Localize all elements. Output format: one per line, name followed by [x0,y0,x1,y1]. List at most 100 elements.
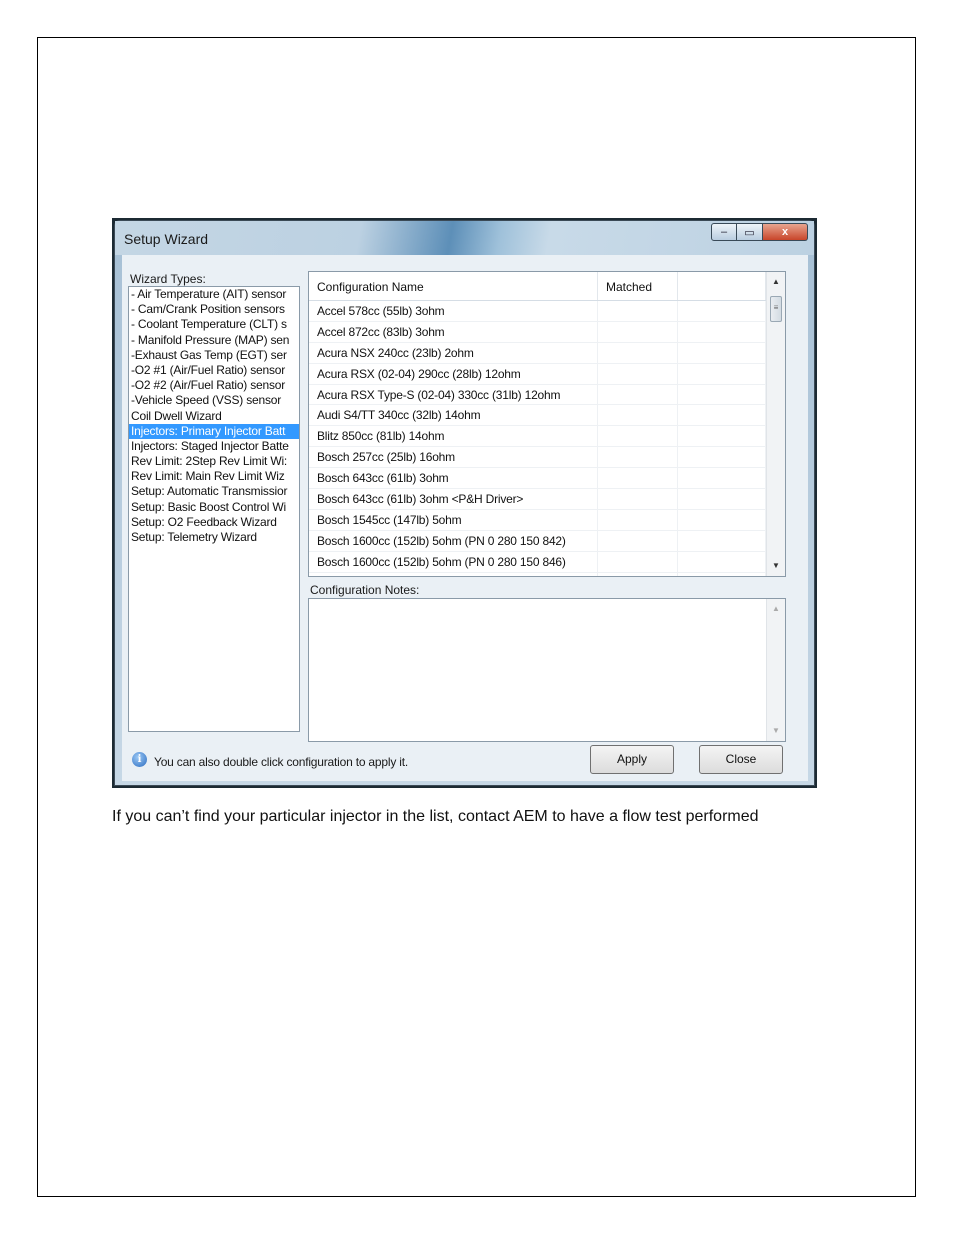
apply-button[interactable]: Apply [590,745,674,774]
configuration-row[interactable]: Bosch 643cc (61lb) 3ohm [309,468,785,490]
configuration-row[interactable]: Blitz 850cc (81lb) 14ohm [309,426,785,448]
blank-cell [678,468,766,489]
wizard-type-item[interactable]: Injectors: Primary Injector Batt [129,423,299,439]
scroll-up-arrow-icon[interactable]: ▲ [767,274,785,290]
configuration-name-cell: Acura RSX Type-S (02-04) 330cc (31lb) 12… [309,384,598,405]
configuration-name-cell: Bosch 1545cc (147lb) 5ohm [309,509,598,530]
matched-cell [598,384,678,405]
configuration-row[interactable]: Bosch 1545cc (147lb) 5ohm [309,509,785,531]
wizard-type-item[interactable]: - Cam/Crank Position sensors [129,302,299,317]
blank-cell [678,405,766,426]
configuration-row[interactable]: Bosch 1680cc (160lb) 5ohm [309,572,785,576]
wizard-type-item[interactable]: Setup: O2 Feedback Wizard [129,515,299,530]
configuration-row[interactable]: Audi S4/TT 340cc (32lb) 14ohm [309,405,785,427]
configuration-name-cell: Blitz 850cc (81lb) 14ohm [309,426,598,447]
configuration-name-cell: Acura NSX 240cc (23lb) 2ohm [309,342,598,363]
configuration-row[interactable]: Bosch 257cc (25lb) 16ohm [309,447,785,469]
maximize-button[interactable]: ▭ [737,223,763,241]
configuration-notes-box[interactable]: ▲ ▼ [308,598,786,742]
notes-scroll-down-arrow-icon[interactable]: ▼ [767,723,785,739]
matched-cell [598,426,678,447]
blank-cell [678,384,766,405]
blank-cell [678,321,766,342]
matched-cell [598,301,678,321]
wizard-type-item[interactable]: Coil Dwell Wizard [129,409,299,424]
column-header-configuration-name[interactable]: Configuration Name [309,272,598,300]
configuration-row[interactable]: Accel 578cc (55lb) 3ohm [309,301,785,322]
setup-wizard-screenshot: Setup Wizard – ▭ x Wizard Types: - Air T… [112,218,817,788]
close-window-button[interactable]: x [763,223,808,241]
configuration-row[interactable]: Bosch 1600cc (152lb) 5ohm (PN 0 280 150 … [309,551,785,573]
blank-cell [678,509,766,530]
matched-cell [598,405,678,426]
caption-text: If you can’t find your particular inject… [112,808,759,825]
configuration-list[interactable]: Configuration Name Matched Accel 578cc (… [308,271,786,577]
configuration-rows: Accel 578cc (55lb) 3ohm Accel 872cc (83lb… [309,301,785,576]
double-click-hint: You can also double click configuration … [154,755,408,769]
column-header-blank [678,272,766,300]
wizard-type-item[interactable]: Rev Limit: Main Rev Limit Wiz [129,469,299,484]
notes-scrollbar[interactable]: ▲ ▼ [766,599,785,741]
configuration-notes-label: Configuration Notes: [310,583,420,597]
configuration-name-cell: Audi S4/TT 340cc (32lb) 14ohm [309,405,598,426]
wizard-type-item[interactable]: Rev Limit: 2Step Rev Limit Wi: [129,454,299,469]
window-controls: – ▭ x [711,223,808,241]
configuration-row[interactable]: Acura RSX Type-S (02-04) 330cc (31lb) 12… [309,384,785,406]
configuration-name-cell: Bosch 1600cc (152lb) 5ohm (PN 0 280 150 … [309,551,598,572]
wizard-type-item[interactable]: Setup: Automatic Transmissior [129,484,299,499]
wizard-type-item[interactable]: - Manifold Pressure (MAP) sen [129,333,299,348]
wizard-type-item[interactable]: Setup: Telemetry Wizard [129,530,299,545]
scroll-down-arrow-icon[interactable]: ▼ [767,558,785,574]
wizard-type-item[interactable]: - Air Temperature (AIT) sensor [129,287,299,302]
blank-cell [678,572,766,576]
wizard-type-item[interactable]: -O2 #2 (Air/Fuel Ratio) sensor [129,378,299,393]
matched-cell [598,530,678,551]
configuration-name-cell: Accel 872cc (83lb) 3ohm [309,321,598,342]
wizard-type-item[interactable]: -Vehicle Speed (VSS) sensor [129,393,299,408]
wizard-type-item[interactable]: -O2 #1 (Air/Fuel Ratio) sensor [129,363,299,378]
matched-cell [598,447,678,468]
minimize-button[interactable]: – [711,223,737,241]
blank-cell [678,530,766,551]
configuration-row[interactable]: Bosch 643cc (61lb) 3ohm <P&H Driver> [309,489,785,510]
matched-cell [598,342,678,363]
configuration-name-cell: Accel 578cc (55lb) 3ohm [309,301,598,321]
blank-cell [678,301,766,321]
setup-wizard-window: Setup Wizard – ▭ x Wizard Types: - Air T… [114,220,815,786]
matched-cell [598,572,678,576]
configuration-name-cell: Bosch 1600cc (152lb) 5ohm (PN 0 280 150 … [309,530,598,551]
close-button[interactable]: Close [699,745,783,774]
configuration-name-cell: Acura RSX (02-04) 290cc (28lb) 12ohm [309,363,598,384]
wizard-client-area: Wizard Types: - Air Temperature (AIT) se… [122,255,808,781]
configuration-scrollbar[interactable]: ▲ ≡ ▼ [766,272,785,576]
wizard-type-item[interactable]: Injectors: Staged Injector Batte [129,439,299,454]
info-icon: i [132,752,147,767]
window-title: Setup Wizard [124,231,209,247]
configuration-row[interactable]: Acura RSX (02-04) 290cc (28lb) 12ohm [309,363,785,385]
configuration-row[interactable]: Acura NSX 240cc (23lb) 2ohm [309,342,785,364]
column-header-matched[interactable]: Matched [598,272,678,300]
blank-cell [678,342,766,363]
configuration-name-cell: Bosch 643cc (61lb) 3ohm [309,468,598,489]
notes-scroll-up-arrow-icon[interactable]: ▲ [767,601,785,617]
wizard-type-item[interactable]: Setup: Basic Boost Control Wi [129,500,299,515]
configuration-name-cell: Bosch 1680cc (160lb) 5ohm [309,572,598,576]
blank-cell [678,447,766,468]
matched-cell [598,489,678,509]
title-bar[interactable]: Setup Wizard – ▭ x [115,221,814,255]
configuration-row[interactable]: Accel 872cc (83lb) 3ohm [309,321,785,343]
blank-cell [678,426,766,447]
scroll-thumb[interactable]: ≡ [770,296,782,322]
configuration-row[interactable]: Bosch 1600cc (152lb) 5ohm (PN 0 280 150 … [309,530,785,552]
wizard-type-item[interactable]: -Exhaust Gas Temp (EGT) ser [129,348,299,363]
matched-cell [598,551,678,572]
matched-cell [598,468,678,489]
matched-cell [598,363,678,384]
configuration-list-header: Configuration Name Matched [309,272,785,301]
wizard-types-list[interactable]: - Air Temperature (AIT) sensor - Cam/Cran… [128,286,300,732]
wizard-types-label: Wizard Types: [130,272,206,286]
wizard-type-item[interactable]: - Coolant Temperature (CLT) s [129,317,299,332]
configuration-name-cell: Bosch 643cc (61lb) 3ohm <P&H Driver> [309,489,598,509]
blank-cell [678,489,766,509]
matched-cell [598,321,678,342]
